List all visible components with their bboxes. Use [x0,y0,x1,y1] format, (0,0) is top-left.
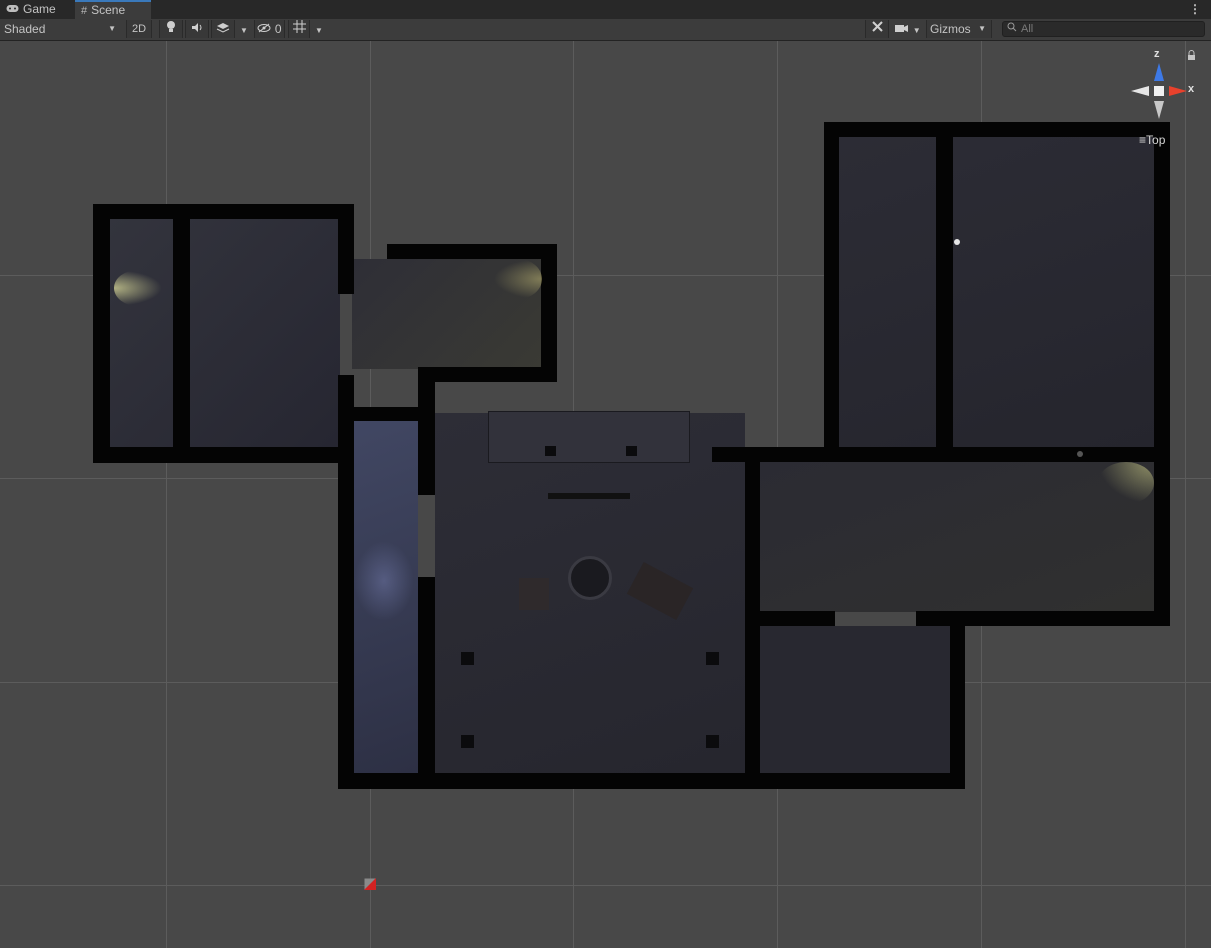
wall [824,122,1170,137]
object-pivot-marker[interactable] [1077,451,1083,457]
pillar [706,735,719,748]
room-floor-northwest [108,219,340,447]
light-glow [494,259,542,299]
shading-mode-dropdown[interactable]: Shaded ▼ [0,20,120,38]
effects-dropdown[interactable]: ▼ [237,20,251,38]
wall [338,773,965,789]
chevron-down-icon: ▼ [240,26,248,35]
room-floor-southeast [760,626,950,773]
chevron-down-icon: ▼ [108,24,116,33]
axis-z-label: z [1154,48,1160,60]
stage-platform [488,411,690,463]
effects-toggle-button[interactable] [211,20,235,38]
tab-game-label: Game [23,2,56,16]
wall [950,611,965,788]
view-mode-toggle[interactable]: ≡Top [1139,133,1165,147]
lock-icon[interactable] [1187,50,1196,64]
wall [936,122,953,462]
window-tab-bar: Game # Scene ⋮ [0,0,1211,20]
hidden-objects-count: 0 [274,22,282,36]
view-mode-label: Top [1146,133,1166,147]
scene-visibility-toggle[interactable]: 0 [254,20,285,38]
tab-scene-label: Scene [91,3,126,17]
pillar [626,446,637,456]
wall [387,244,557,259]
grid-toggle-button[interactable] [288,20,310,38]
wall [418,367,435,495]
more-options-icon[interactable]: ⋮ [1189,0,1201,19]
chevron-down-icon: ▼ [315,26,323,35]
hidden-eye-icon [257,22,274,36]
tab-game[interactable]: Game [0,0,75,19]
search-placeholder: All [1021,23,1034,35]
light-glow [1098,462,1154,504]
room-floor-northeast [838,137,1154,448]
crate [519,578,549,610]
chevron-down-icon: ▼ [978,24,986,33]
lightbulb-icon [166,21,176,36]
light-glow [114,270,162,306]
wall [338,375,354,788]
grid-icon [292,20,306,36]
tab-scene[interactable]: # Scene [75,0,151,19]
wall [541,244,557,382]
gizmos-label: Gizmos [930,22,971,36]
grid-line [1185,41,1186,948]
hash-icon: # [81,5,88,17]
axis-x-label: x [1188,83,1195,95]
wall [1154,122,1170,626]
search-icon [1007,22,1018,37]
pillar [461,652,474,665]
gamepad-icon [6,1,19,20]
round-table [568,556,612,600]
railing [548,493,630,499]
scene-toolbar: Shaded ▼ 2D ▼ 0 ▼ ▼ Gizmos ▼ All [0,19,1211,41]
pillar [461,735,474,748]
grid-line [0,885,1211,886]
wall [93,204,110,463]
layers-icon [216,22,230,36]
wrench-icon [871,21,884,36]
room-floor-east [760,462,1154,612]
wall [93,204,354,219]
wall [93,447,354,463]
lighting-toggle-button[interactable] [159,20,183,38]
object-pivot-marker[interactable] [954,239,960,245]
light-glow [354,541,414,621]
camera-settings-dropdown[interactable]: ▼ [892,20,924,38]
toggle-2d-button[interactable]: 2D [126,20,152,38]
chevron-down-icon: ▼ [912,26,921,35]
object-icon[interactable] [364,878,376,890]
scene-viewport[interactable]: z x ≡Top [0,41,1211,948]
wall [418,577,435,788]
camera-icon [895,22,912,36]
hierarchy-search-input[interactable]: All [1002,21,1205,37]
wall [173,204,190,463]
wall [824,122,839,462]
toggle-2d-label: 2D [131,23,147,35]
wall [760,611,835,626]
audio-toggle-button[interactable] [185,20,209,38]
wall [418,367,557,382]
grid-dropdown[interactable]: ▼ [312,20,326,38]
speaker-icon [191,22,204,36]
grid-line [166,41,167,948]
shading-mode-label: Shaded [4,22,46,36]
gizmos-dropdown[interactable]: Gizmos ▼ [926,20,992,38]
wall [338,407,435,421]
wall [338,204,354,294]
pillar [545,446,556,456]
wall [745,448,760,788]
hamburger-icon: ≡ [1139,133,1147,147]
pillar [706,652,719,665]
tools-button[interactable] [865,20,889,38]
